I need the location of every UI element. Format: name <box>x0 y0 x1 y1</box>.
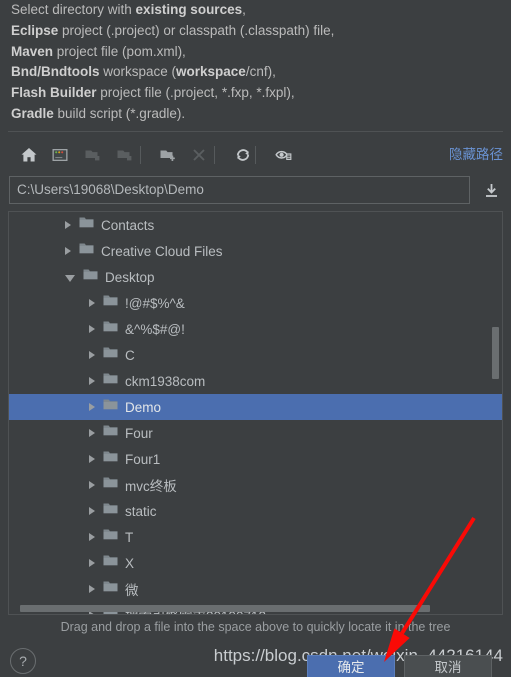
folder-icon <box>103 320 118 338</box>
toolbar-separator <box>214 146 215 164</box>
tree-row[interactable]: Desktop <box>9 264 502 290</box>
folder-icon <box>103 502 118 520</box>
folder-icon <box>103 554 118 572</box>
folder-icon <box>103 372 118 390</box>
dialog-description: Select directory with existing sources, E… <box>11 0 503 125</box>
hide-path-link[interactable]: 隐藏路径 <box>449 146 503 164</box>
chevron-right-icon[interactable] <box>89 299 95 307</box>
tree-row[interactable]: C <box>9 342 502 368</box>
tree-row-label: X <box>125 555 135 571</box>
toolbar-separator <box>255 146 256 164</box>
tree-row-label: mvc终板 <box>125 479 177 494</box>
download-icon[interactable] <box>479 179 503 201</box>
chevron-right-icon[interactable] <box>89 585 95 593</box>
show-hidden-icon[interactable] <box>271 142 297 168</box>
desktop-icon[interactable] <box>47 142 73 168</box>
description-line: Gradle build script (*.gradle). <box>11 105 186 121</box>
chevron-right-icon[interactable] <box>65 247 71 255</box>
folder-icon <box>79 216 94 234</box>
chevron-right-icon[interactable] <box>89 455 95 463</box>
ok-button[interactable]: 确定 <box>307 655 395 677</box>
path-row: C:\Users\19068\Desktop\Demo <box>9 176 503 204</box>
folder-icon <box>79 242 94 260</box>
tree-row[interactable]: X <box>9 550 502 576</box>
chevron-right-icon[interactable] <box>65 221 71 229</box>
folder-icon <box>103 398 118 416</box>
tree-row-label: Demo <box>125 399 162 415</box>
vertical-scrollbar-thumb[interactable] <box>492 327 499 379</box>
tree-row[interactable]: ckm1938com <box>9 368 502 394</box>
horizontal-scrollbar-thumb[interactable] <box>20 605 430 612</box>
drag-drop-hint: Drag and drop a file into the space abov… <box>60 620 451 634</box>
file-chooser-toolbar: 隐藏路径 <box>8 140 503 170</box>
tree-row[interactable]: Four <box>9 420 502 446</box>
tree-row[interactable]: &^%$#@! <box>9 316 502 342</box>
tree-row-label: !@#$%^& <box>125 295 185 311</box>
chevron-right-icon[interactable] <box>89 325 95 333</box>
folder-icon <box>83 268 98 286</box>
tree-row-label: &^%$#@! <box>125 321 185 337</box>
description-line: Flash Builder project file (.project, *.… <box>11 85 295 101</box>
description-line: Maven project file (pom.xml), <box>11 43 186 59</box>
tree-row-label: Contacts <box>101 217 155 233</box>
tree-row-label: static <box>125 503 157 519</box>
tree-row[interactable]: T <box>9 524 502 550</box>
home-icon[interactable] <box>16 142 42 168</box>
import-project-dialog: Select directory with existing sources, E… <box>0 0 511 677</box>
tree-row-label: T <box>125 529 134 545</box>
folder-icon <box>103 346 118 364</box>
tree-row[interactable]: !@#$%^& <box>9 290 502 316</box>
horizontal-scrollbar[interactable] <box>10 604 491 613</box>
folder-icon <box>103 476 118 494</box>
toolbar-separator <box>140 146 141 164</box>
tree-row-label: Four <box>125 425 153 441</box>
tree-row[interactable]: Demo <box>9 394 502 420</box>
vertical-scrollbar[interactable] <box>491 213 501 613</box>
description-line: Eclipse project (.project) or classpath … <box>11 22 335 38</box>
tree-row[interactable]: 微 <box>9 576 502 602</box>
header-divider <box>8 131 503 132</box>
chevron-right-icon[interactable] <box>89 429 95 437</box>
path-input[interactable]: C:\Users\19068\Desktop\Demo <box>9 176 470 204</box>
chevron-right-icon[interactable] <box>89 481 95 489</box>
delete-icon <box>186 142 212 168</box>
tree-row[interactable]: Creative Cloud Files <box>9 238 502 264</box>
folder-icon <box>103 424 118 442</box>
tree-row[interactable]: static <box>9 498 502 524</box>
tree-row-label: ckm1938com <box>125 373 206 389</box>
folder-icon <box>103 294 118 312</box>
tree-row[interactable]: Contacts <box>9 212 502 238</box>
chevron-right-icon[interactable] <box>89 507 95 515</box>
chevron-down-icon[interactable] <box>65 275 75 282</box>
tree-row[interactable]: mvc终板 <box>9 472 502 498</box>
tree-row-label: C <box>125 347 135 363</box>
folder-collapse-icon <box>112 142 138 168</box>
new-folder-icon[interactable] <box>155 142 181 168</box>
tree-row-label: Four1 <box>125 451 161 467</box>
chevron-right-icon[interactable] <box>89 559 95 567</box>
chevron-right-icon[interactable] <box>89 533 95 541</box>
refresh-icon[interactable] <box>230 142 256 168</box>
description-line: Select directory with existing sources, <box>11 2 246 17</box>
tree-row-label: Creative Cloud Files <box>101 243 223 259</box>
directory-tree[interactable]: Contacts Creative Cloud Files Desktop !@#$%… <box>8 211 503 615</box>
cancel-button[interactable]: 取消 <box>404 655 492 677</box>
folder-up-icon <box>80 142 106 168</box>
folder-icon <box>103 450 118 468</box>
tree-row[interactable]: Four1 <box>9 446 502 472</box>
folder-icon <box>103 580 118 598</box>
folder-icon <box>103 528 118 546</box>
description-line: Bnd/Bndtools workspace (workspace/cnf), <box>11 64 276 80</box>
chevron-right-icon[interactable] <box>89 351 95 359</box>
tree-row-label: Desktop <box>105 269 155 285</box>
chevron-right-icon[interactable] <box>89 377 95 385</box>
tree-row-label: 微 <box>125 583 139 598</box>
chevron-right-icon[interactable] <box>89 403 95 411</box>
